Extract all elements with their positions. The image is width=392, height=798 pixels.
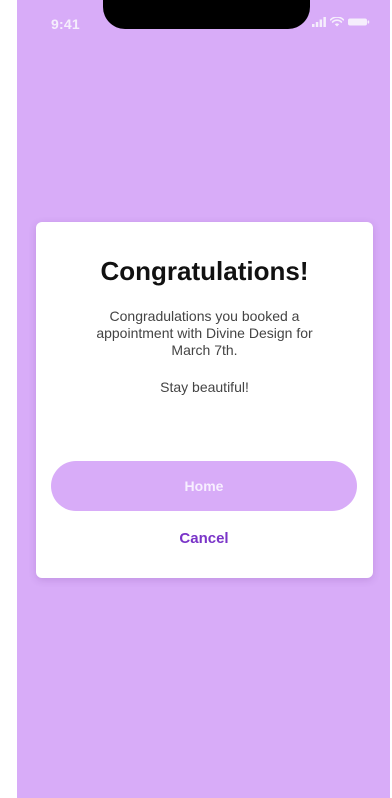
dialog-title: Congratulations!: [100, 256, 309, 286]
phone-screen: 9:41 Congratulations! Congradulations yo…: [17, 0, 390, 798]
wifi-icon: [330, 17, 344, 27]
dialog-sub-message: Stay beautiful!: [160, 379, 249, 395]
signal-icon: [312, 17, 326, 27]
status-bar: 9:41: [17, 0, 390, 44]
dialog-message: Congradulations you booked a appointment…: [96, 308, 313, 358]
confirmation-dialog: Congratulations! Congradulations you boo…: [36, 222, 373, 578]
battery-icon: [348, 17, 370, 27]
home-button[interactable]: Home: [51, 461, 357, 511]
cancel-button[interactable]: Cancel: [154, 525, 254, 551]
device-notch: [103, 0, 310, 29]
status-icons: [312, 17, 370, 27]
status-time: 9:41: [51, 16, 80, 32]
